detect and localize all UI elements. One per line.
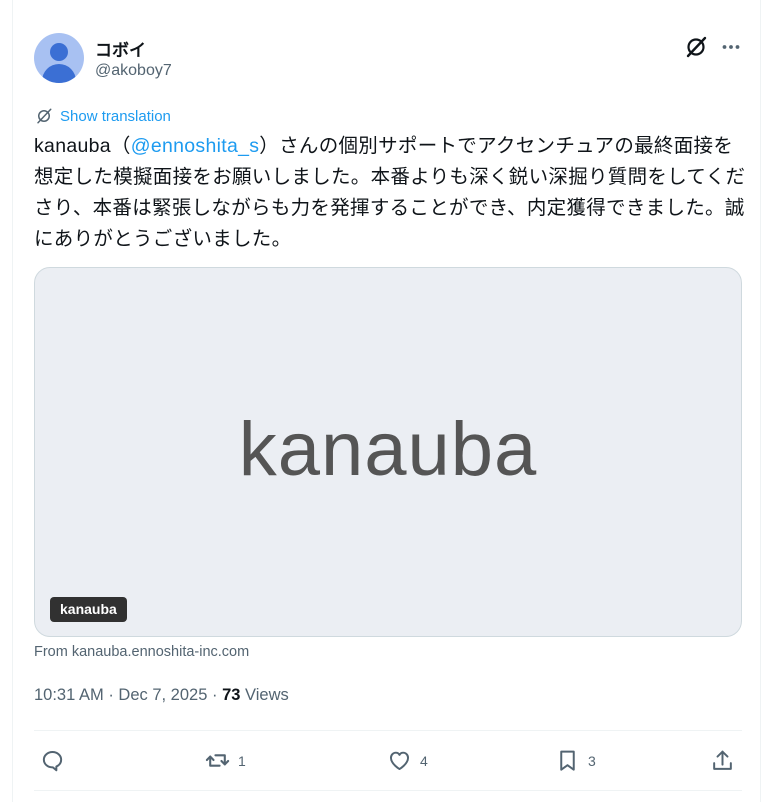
divider: [34, 790, 742, 791]
card-domain-badge: kanauba: [50, 597, 127, 622]
retweet-icon: [205, 754, 230, 767]
show-translation-label: Show translation: [60, 107, 171, 125]
retweet-count: 1: [238, 752, 246, 769]
card-source[interactable]: From kanauba.ennoshita-inc.com: [34, 644, 249, 660]
meta-separator: ·: [108, 686, 114, 704]
heart-icon: [389, 751, 410, 771]
more-dots-icon[interactable]: [719, 35, 743, 59]
reply-icon: [42, 750, 63, 772]
bookmark-count: 3: [588, 752, 596, 769]
link-card-media[interactable]: kanauba kanauba: [34, 267, 742, 637]
bookmark-icon: [560, 750, 575, 771]
card-logo: kanauba: [238, 407, 538, 492]
divider: [34, 730, 742, 731]
bookmark-button[interactable]: 3: [555, 748, 596, 773]
show-translation-link[interactable]: Show translation: [35, 106, 171, 126]
tweet-text-before: kanauba（: [34, 135, 131, 157]
views-label: Views: [245, 686, 289, 704]
tweet-time[interactable]: 10:31 AM: [34, 686, 104, 704]
like-count: 4: [420, 752, 428, 769]
share-button[interactable]: [710, 748, 735, 773]
views-count: 73: [222, 686, 241, 704]
avatar[interactable]: [34, 33, 84, 83]
meta-separator: ·: [211, 686, 218, 704]
mention-link[interactable]: @ennoshita_s: [131, 135, 260, 157]
grok-icon[interactable]: [684, 35, 708, 59]
avatar-body: [42, 64, 76, 83]
like-button[interactable]: 4: [387, 748, 428, 773]
tweet-date[interactable]: Dec 7, 2025: [118, 686, 207, 704]
translate-globe-icon: [37, 108, 52, 124]
author-handle[interactable]: @akoboy7: [95, 62, 172, 80]
tweet-card: コボイ @akoboy7 Show translation kanauba（@e…: [12, 0, 761, 802]
action-bar: 1 4 3: [34, 744, 742, 780]
tweet-meta: 10:31 AM · Dec 7, 2025 · 73 Views: [34, 686, 289, 705]
retweet-button[interactable]: 1: [205, 748, 246, 773]
avatar-head: [50, 43, 68, 61]
reply-button[interactable]: [40, 748, 73, 773]
tweet-text: kanauba（@ennoshita_s）さんの個別サポートでアクセンチュアの最…: [34, 131, 746, 255]
author-display-name[interactable]: コボイ: [95, 36, 146, 61]
share-icon: [713, 750, 732, 770]
